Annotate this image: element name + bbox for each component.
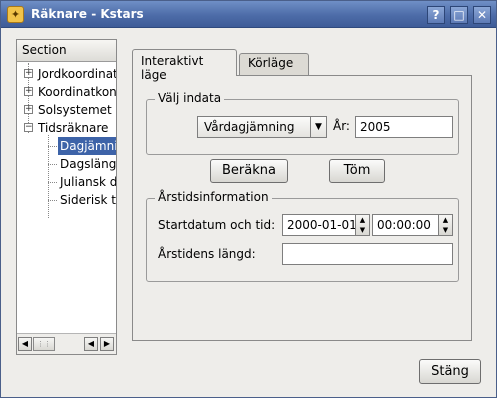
tree-item-label: Dagslängd (60, 157, 116, 171)
tree-item-label: Solsystemet (38, 103, 112, 117)
tree-list: + Jordkoordinat + Koordinatkon + Solsyst… (17, 63, 116, 333)
spin-arrows-icon[interactable]: ▲ ▼ (438, 215, 452, 235)
year-input[interactable]: 2005 (355, 116, 453, 138)
start-time-spinbox[interactable]: 00:00:00 ▲ ▼ (372, 214, 453, 236)
scroll-left-icon[interactable]: ◀ (84, 337, 98, 351)
season-info-group: Årstidsinformation Startdatum och tid: 2… (146, 190, 459, 282)
event-select[interactable]: Vårdagjämning ▼ (197, 116, 327, 138)
tree-branch-line (48, 200, 57, 201)
calculator-window: ✦ Räknare - Kstars ? □ ✕ Section + Jordk… (0, 0, 497, 398)
input-group-title: Välj indata (155, 91, 225, 105)
clear-button-label: Töm (343, 163, 371, 178)
horizontal-scrollbar[interactable]: ◀ ⋮⋮ ◀ ▶ (17, 333, 116, 354)
tree-branch-line (48, 146, 57, 147)
tab-batch-mode[interactable]: Körläge (239, 53, 309, 75)
close-icon[interactable]: ✕ (473, 6, 491, 24)
tree-item-label: Siderisk t (60, 193, 116, 207)
tree-branch-line (48, 164, 57, 165)
kstars-app-icon: ✦ (7, 6, 24, 23)
tree-item-juliansk-dag[interactable]: Juliansk d (58, 173, 116, 191)
tree-item-dagjamning[interactable]: Dagjämni (58, 137, 116, 155)
close-button-label: Stäng (431, 364, 469, 379)
season-length-label: Årstidens längd: (158, 247, 256, 261)
tree-guide-line (48, 135, 49, 218)
title-bar[interactable]: ✦ Räknare - Kstars ? □ ✕ (1, 1, 496, 28)
compute-button[interactable]: Beräkna (210, 159, 288, 183)
scroll-thumb[interactable]: ⋮⋮ (33, 337, 55, 351)
tree-item-label: Koordinatkon (38, 85, 116, 99)
year-label: År: (333, 119, 350, 133)
input-group: Välj indata Vårdagjämning ▼ År: 2005 (146, 91, 459, 155)
maximize-icon[interactable]: □ (450, 6, 468, 24)
year-input-value: 2005 (360, 120, 391, 134)
tree-item-dagslangd[interactable]: Dagslängd (58, 155, 116, 173)
scroll-left-icon[interactable]: ◀ (18, 337, 32, 351)
start-date-spinbox[interactable]: 2000-01-01 ▲ ▼ (282, 214, 370, 236)
spin-arrows-icon[interactable]: ▲ ▼ (355, 215, 369, 235)
scroll-right-icon[interactable]: ▶ (100, 337, 114, 351)
window-title: Räknare - Kstars (31, 7, 144, 21)
season-length-field[interactable] (282, 243, 453, 265)
collapse-icon[interactable]: − (24, 123, 33, 132)
season-info-title: Årstidsinformation (155, 190, 272, 204)
clear-button[interactable]: Töm (329, 159, 385, 183)
expand-icon[interactable]: + (24, 105, 33, 114)
start-time-value: 00:00:00 (377, 218, 431, 232)
tree-branch-line (48, 182, 57, 183)
expand-icon[interactable]: + (24, 87, 33, 96)
expand-icon[interactable]: + (24, 69, 33, 78)
tree-item-label: Tidsräknare (38, 121, 109, 135)
start-datetime-label: Startdatum och tid: (158, 218, 276, 232)
tab-label: Körläge (248, 56, 294, 70)
section-header[interactable]: Section (17, 40, 116, 62)
event-select-value: Vårdagjämning (204, 120, 295, 134)
dropdown-arrow-icon[interactable]: ▼ (310, 117, 326, 137)
help-icon[interactable]: ? (427, 6, 445, 24)
tab-panel: Välj indata Vårdagjämning ▼ År: 2005 Ber… (132, 75, 472, 341)
tab-interactive-mode[interactable]: Interaktivt läge (132, 49, 237, 82)
close-button[interactable]: Stäng (419, 359, 481, 384)
tree-item-siderisk-tid[interactable]: Siderisk t (58, 191, 116, 209)
tree-item-label: Dagjämni (60, 139, 116, 153)
tree-item-label: Juliansk d (60, 175, 116, 189)
compute-button-label: Beräkna (222, 163, 276, 178)
tree-item-label: Jordkoordinat (38, 67, 116, 81)
start-date-value: 2000-01-01 (287, 218, 357, 232)
section-tree[interactable]: Section + Jordkoordinat + Koordinatkon +… (16, 39, 117, 355)
